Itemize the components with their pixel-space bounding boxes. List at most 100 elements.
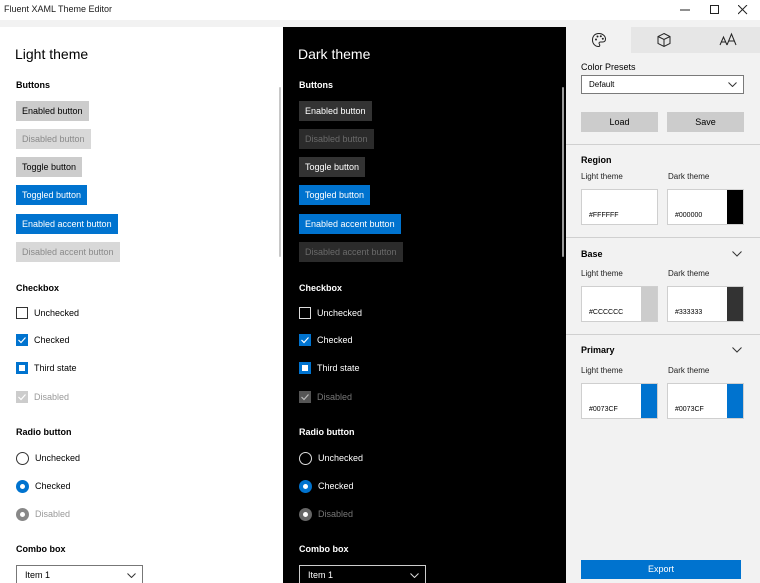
disabled-accent-button: Disabled accent button: [299, 242, 403, 262]
scrollbar-thumb[interactable]: [562, 87, 564, 257]
combo-box[interactable]: Item 1: [299, 565, 426, 583]
chevron-down-icon[interactable]: [732, 251, 742, 257]
chevron-down-icon: [410, 573, 419, 578]
disabled-button: Disabled button: [16, 129, 91, 149]
chevron-down-icon[interactable]: [732, 347, 742, 353]
chevron-down-icon: [127, 573, 136, 578]
save-button[interactable]: Save: [667, 112, 744, 132]
base-light-hex: #CCCCCC: [589, 309, 624, 316]
primary-dark-hex: #0073CF: [675, 406, 704, 413]
checkbox-disabled: Disabled: [16, 390, 69, 404]
radio-disabled: Disabled: [299, 507, 353, 521]
tab-bar: [566, 27, 760, 53]
checkbox-label: Third state: [34, 363, 77, 373]
primary-light-swatch[interactable]: #0073CF: [581, 383, 658, 419]
base-dark-swatch[interactable]: #333333: [667, 286, 744, 322]
checkmark-icon: [299, 334, 311, 346]
radio-disabled: Disabled: [16, 507, 70, 521]
base-light-swatch[interactable]: #CCCCCC: [581, 286, 658, 322]
radio-circle: [16, 451, 29, 465]
radio-label: Disabled: [318, 509, 354, 519]
export-button[interactable]: Export: [581, 560, 741, 579]
minimize-button[interactable]: [670, 0, 700, 20]
region-dark-hex: #000000: [675, 212, 703, 219]
color-presets-select[interactable]: Default: [581, 75, 744, 94]
radio-header: Radio button: [16, 427, 72, 437]
color-chip: [727, 384, 743, 418]
toggled-button[interactable]: Toggled button: [16, 185, 88, 205]
tab-fonts[interactable]: [695, 27, 760, 53]
toggled-button[interactable]: Toggled button: [299, 185, 371, 205]
radio-checked[interactable]: Checked: [16, 479, 71, 493]
region-light-label: Light theme: [581, 172, 623, 181]
buttons-header: Buttons: [16, 80, 50, 90]
close-button[interactable]: [728, 0, 758, 20]
color-chip: [641, 190, 657, 224]
combo-box[interactable]: Item 1: [16, 565, 143, 583]
combo-value: Item 1: [25, 570, 51, 580]
enabled-accent-button[interactable]: Enabled accent button: [16, 214, 118, 234]
tab-colors[interactable]: [566, 27, 631, 53]
base-light-label: Light theme: [581, 269, 623, 278]
checkbox-unchecked[interactable]: Unchecked: [16, 306, 79, 320]
maximize-button[interactable]: [700, 0, 730, 20]
checkbox-third-state[interactable]: Third state: [299, 361, 360, 375]
checkbox-unchecked[interactable]: Unchecked: [299, 306, 362, 320]
combo-value: Item 1: [308, 570, 334, 580]
primary-dark-swatch[interactable]: #0073CF: [667, 383, 744, 419]
region-dark-swatch[interactable]: #000000: [667, 189, 744, 225]
checkbox-box: [299, 307, 311, 319]
radio-circle: [16, 507, 29, 521]
combo-header: Combo box: [16, 544, 66, 554]
region-light-swatch[interactable]: #FFFFFF: [581, 189, 658, 225]
combo-header: Combo box: [299, 544, 349, 554]
primary-light-label: Light theme: [581, 366, 623, 375]
enabled-accent-button[interactable]: Enabled accent button: [299, 214, 401, 234]
radio-checked[interactable]: Checked: [299, 479, 354, 493]
tab-shapes[interactable]: [631, 27, 696, 53]
toggle-button[interactable]: Toggle button: [299, 157, 366, 177]
toggle-button[interactable]: Toggle button: [16, 157, 83, 177]
chevron-down-icon: [728, 82, 737, 87]
checkbox-header: Checkbox: [16, 283, 60, 293]
base-dark-label: Dark theme: [668, 269, 710, 278]
radio-unchecked[interactable]: Unchecked: [299, 451, 363, 465]
color-chip: [641, 287, 657, 321]
checkbox-label: Checked: [34, 335, 70, 345]
base-dark-hex: #333333: [675, 309, 703, 316]
radio-unchecked[interactable]: Unchecked: [16, 451, 80, 465]
divider: [566, 237, 760, 238]
enabled-button[interactable]: Enabled button: [299, 101, 372, 121]
theme-settings-panel: Color Presets Default Load Save Region L…: [566, 27, 760, 583]
disabled-button: Disabled button: [299, 129, 374, 149]
checkbox-third-state[interactable]: Third state: [16, 361, 77, 375]
color-presets-value: Default: [589, 80, 615, 89]
load-button[interactable]: Load: [581, 112, 658, 132]
radio-label: Disabled: [35, 509, 71, 519]
color-presets-label: Color Presets: [581, 62, 636, 72]
radio-label: Checked: [318, 481, 354, 491]
region-light-hex: #FFFFFF: [589, 212, 619, 219]
title-bar: Fluent XAML Theme Editor: [0, 0, 760, 20]
primary-light-hex: #0073CF: [589, 406, 618, 413]
palette-icon: [591, 32, 606, 48]
buttons-header: Buttons: [299, 80, 333, 90]
base-title: Base: [581, 249, 603, 259]
checkbox-checked[interactable]: Checked: [16, 333, 70, 347]
checkbox-box: [16, 307, 28, 319]
close-icon: [738, 5, 748, 15]
color-chip: [727, 190, 743, 224]
cube-icon: [657, 32, 670, 48]
checkbox-checked[interactable]: Checked: [299, 333, 353, 347]
radio-circle: [299, 451, 312, 465]
radio-label: Checked: [35, 481, 71, 491]
radio-circle: [299, 479, 312, 493]
app-window: Fluent XAML Theme Editor Light theme But…: [0, 0, 760, 583]
checkmark-icon: [299, 391, 311, 403]
checkmark-icon: [16, 334, 28, 346]
radio-label: Unchecked: [35, 453, 81, 463]
enabled-button[interactable]: Enabled button: [16, 101, 89, 121]
checkbox-label: Third state: [317, 363, 360, 373]
scrollbar-thumb[interactable]: [279, 87, 281, 257]
checkbox-label: Disabled: [317, 392, 353, 402]
